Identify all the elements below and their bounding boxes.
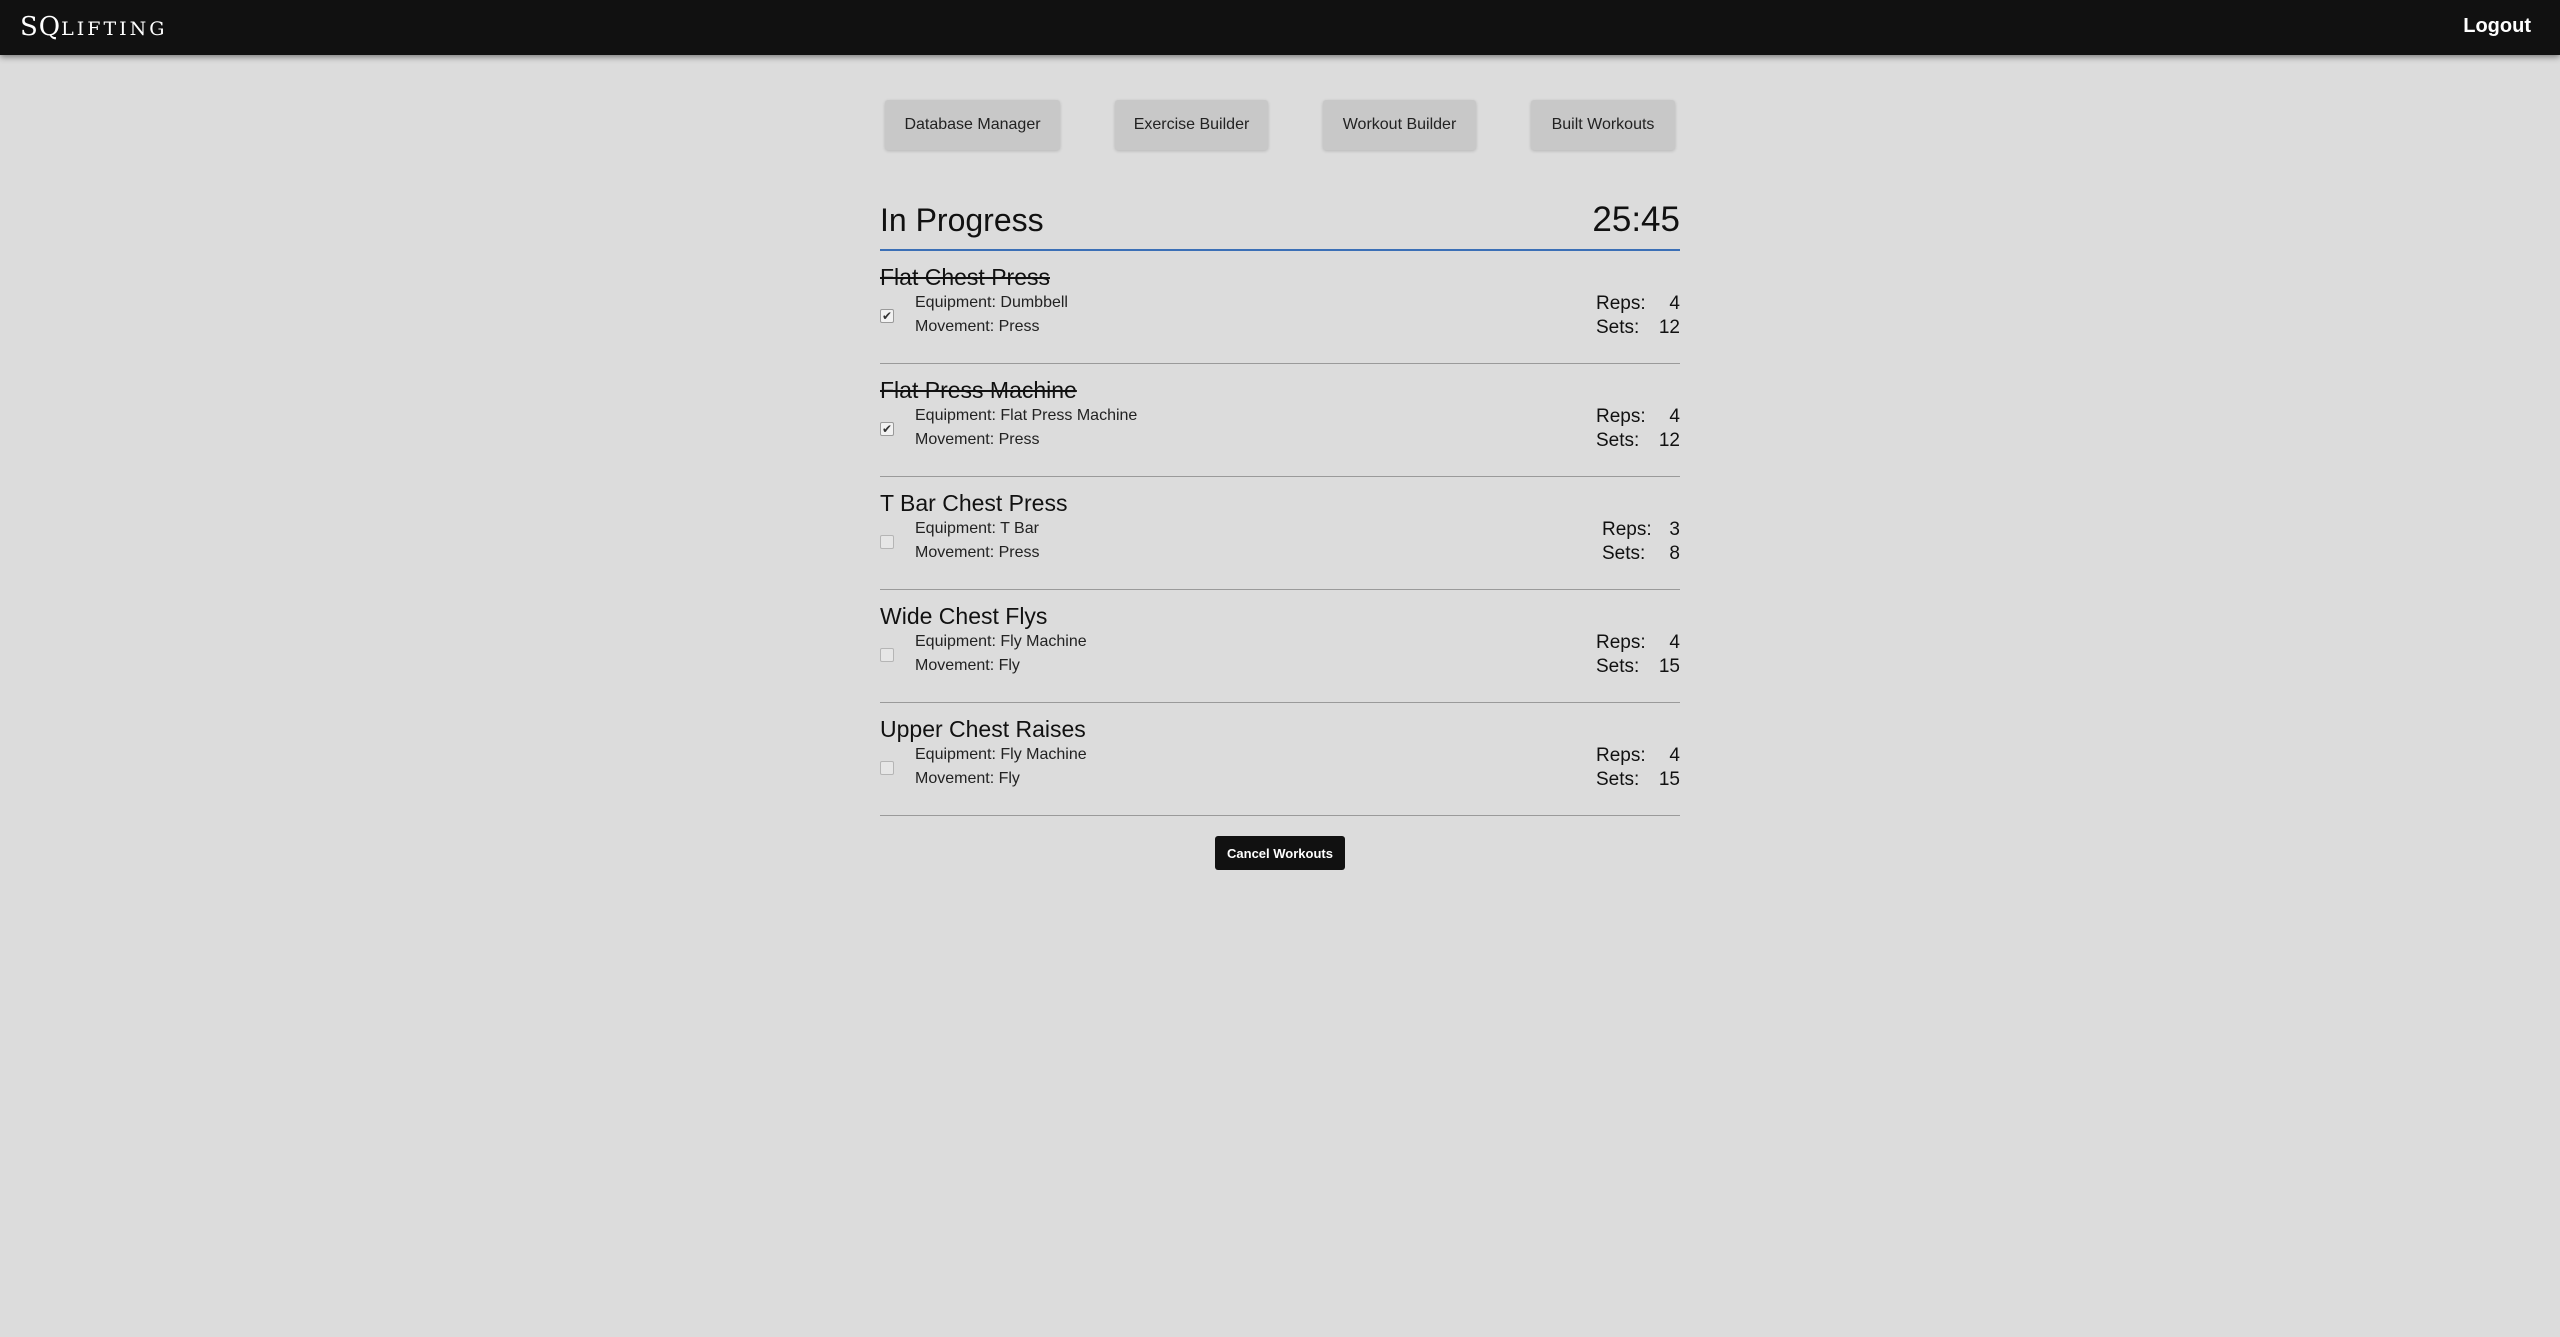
sets-value: 12 [1658, 430, 1680, 451]
reps-value: 4 [1669, 632, 1680, 653]
exercise-item: Flat Chest Press ✔ Equipment: Dumbbell M… [880, 251, 1680, 364]
exercise-name: Wide Chest Flys [880, 603, 1048, 629]
reps-label: Reps: [1596, 406, 1646, 427]
top-navbar: SQLIFTING Logout [0, 0, 2560, 55]
cancel-workouts-button[interactable]: Cancel Workouts [1215, 836, 1345, 870]
logout-link[interactable]: Logout [2463, 15, 2531, 38]
exercise-name: T Bar Chest Press [880, 490, 1068, 516]
sets-value: 12 [1658, 317, 1680, 338]
sets-value: 15 [1658, 769, 1680, 790]
exercise-item: T Bar Chest Press Equipment: T Bar Movem… [880, 477, 1680, 590]
exercise-checkbox[interactable]: ✔ [880, 422, 894, 436]
page-title: In Progress [880, 202, 1044, 238]
exercise-list: Flat Chest Press ✔ Equipment: Dumbbell M… [880, 251, 1680, 816]
workout-builder-button[interactable]: Workout Builder [1323, 100, 1476, 150]
sets-label: Sets: [1596, 769, 1640, 790]
exercise-name: Flat Chest Press [880, 264, 1050, 290]
exercise-name: Upper Chest Raises [880, 716, 1086, 742]
workout-header: In Progress 25:45 [880, 195, 1680, 251]
exercise-checkbox[interactable]: ✔ [880, 309, 894, 323]
workout-panel: In Progress 25:45 Flat Chest Press ✔ Equ… [880, 195, 1680, 816]
database-manager-button[interactable]: Database Manager [885, 100, 1060, 150]
exercise-item: Wide Chest Flys Equipment: Fly Machine M… [880, 590, 1680, 703]
sets-label: Sets: [1596, 317, 1640, 338]
exercise-equipment: Equipment: Flat Press Machine [915, 407, 1138, 424]
sets-value: 15 [1658, 656, 1680, 677]
reps-label: Reps: [1596, 745, 1646, 766]
exercise-checkbox[interactable] [880, 761, 894, 775]
reps-label: Reps: [1596, 293, 1646, 314]
exercise-item: Flat Press Machine ✔ Equipment: Flat Pre… [880, 364, 1680, 477]
reps-value: 3 [1669, 519, 1680, 540]
sets-value: 8 [1669, 543, 1680, 564]
exercise-equipment: Equipment: Fly Machine [915, 633, 1087, 650]
exercise-builder-button[interactable]: Exercise Builder [1115, 100, 1268, 150]
built-workouts-button[interactable]: Built Workouts [1531, 100, 1675, 150]
brand-main: SQ [20, 12, 62, 42]
reps-value: 4 [1669, 293, 1680, 314]
exercise-equipment: Equipment: Fly Machine [915, 746, 1087, 763]
exercise-checkbox[interactable] [880, 535, 894, 549]
exercise-movement: Movement: Press [915, 318, 1040, 335]
app-logo[interactable]: SQLIFTING [20, 12, 167, 42]
exercise-item: Upper Chest Raises Equipment: Fly Machin… [880, 703, 1680, 816]
reps-label: Reps: [1602, 519, 1652, 540]
exercise-movement: Movement: Press [915, 431, 1040, 448]
sets-label: Sets: [1602, 543, 1646, 564]
reps-label: Reps: [1596, 632, 1646, 653]
exercise-equipment: Equipment: Dumbbell [915, 294, 1068, 311]
exercise-movement: Movement: Fly [915, 657, 1020, 674]
exercise-movement: Movement: Press [915, 544, 1040, 561]
exercise-equipment: Equipment: T Bar [915, 520, 1039, 537]
reps-value: 4 [1669, 745, 1680, 766]
exercise-movement: Movement: Fly [915, 770, 1020, 787]
brand-rest: LIFTING [61, 18, 168, 40]
sets-label: Sets: [1596, 656, 1640, 677]
sets-label: Sets: [1596, 430, 1640, 451]
exercise-checkbox[interactable] [880, 648, 894, 662]
reps-value: 4 [1669, 406, 1680, 427]
workout-timer: 25:45 [1592, 200, 1680, 239]
exercise-name: Flat Press Machine [880, 377, 1077, 403]
